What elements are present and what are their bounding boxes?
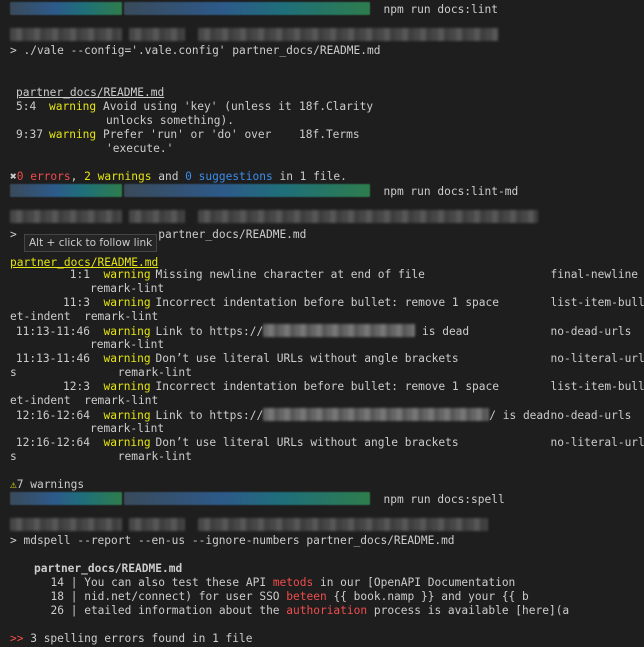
remark-row: 12:16-12:64 warning Link to https:/// is … <box>15 408 632 422</box>
remark-row: 11:13-11:46 warning Link to https:// is d… <box>15 324 632 338</box>
remark-row: 11:3 warning Incorrect indentation before… <box>63 296 644 309</box>
remark-row: 12:16-12:64 warning Don’t use literal URL… <box>15 436 644 449</box>
follow-link-tooltip: Alt + click to follow link <box>24 234 158 252</box>
remark-row-wrap: s remark-lint <box>10 366 192 379</box>
command-text: npm run docs:lint <box>383 3 498 16</box>
warning-icon: ⚠ <box>10 478 17 491</box>
spell-summary: >> 3 spelling errors found in 1 file <box>10 632 253 645</box>
redacted-line <box>10 28 499 43</box>
prompt-line-3: npm run docs:spell <box>10 492 505 507</box>
remark-row-wrap: remark-lint <box>90 282 165 295</box>
command-text: npm run docs:spell <box>383 493 505 506</box>
vale-row-wrap: unlocks something). <box>106 114 234 127</box>
spell-file-heading: partner_docs/README.md <box>34 562 183 575</box>
remark-summary: ⚠7 warnings <box>10 478 85 491</box>
redacted-prompt <box>124 2 370 15</box>
prompt-line-2: npm run docs:lint-md <box>10 184 518 199</box>
vale-summary: ✖0 errors, 2 warnings and 0 suggestions … <box>10 170 347 183</box>
spell-line: 18 | nid.net/connect) for user SSO betee… <box>50 590 529 603</box>
remark-row-wrap: s remark-lint <box>10 450 192 463</box>
remark-row-wrap: remark-lint <box>90 422 165 435</box>
vale-row: 9:37 warning Prefer 'run' or 'do' over 18f.… <box>16 128 360 141</box>
remark-row: 11:13-11:46 warning Don’t use literal URL… <box>15 352 644 365</box>
remark-row: 1:1 warning Missing newline character at … <box>69 268 639 281</box>
redacted-url <box>263 324 416 337</box>
remark-row: 12:3 warning Incorrect indentation before… <box>63 380 644 393</box>
vale-file-heading[interactable]: partner_docs/README.md <box>16 86 164 100</box>
redacted-url <box>263 408 490 421</box>
remark-row-wrap: et-indent remark-lint <box>10 394 159 407</box>
remark-row-wrap: et-indent remark-lint <box>10 310 159 323</box>
command-text: npm run docs:lint-md <box>383 185 519 198</box>
spell-line: 14 | You can also test these API metods … <box>50 576 516 589</box>
spell-command: > mdspell --report --en-us --ignore-numb… <box>10 534 455 547</box>
vale-command: > ./vale --config='.vale.config' partner… <box>10 44 381 57</box>
redacted-line <box>10 210 539 225</box>
remark-row-wrap: remark-lint <box>90 338 165 351</box>
spell-line: 26 | etailed information about the autho… <box>50 604 570 617</box>
vale-row-wrap: 'execute.' <box>106 142 174 155</box>
prompt-line-1: npm run docs:lint <box>10 2 498 17</box>
vale-row: 5:4 warning Avoid using 'key' (unless it 18… <box>16 100 374 113</box>
redacted-line <box>10 518 489 533</box>
redacted-prompt <box>10 2 122 15</box>
close-icon: ✖ <box>10 170 17 183</box>
